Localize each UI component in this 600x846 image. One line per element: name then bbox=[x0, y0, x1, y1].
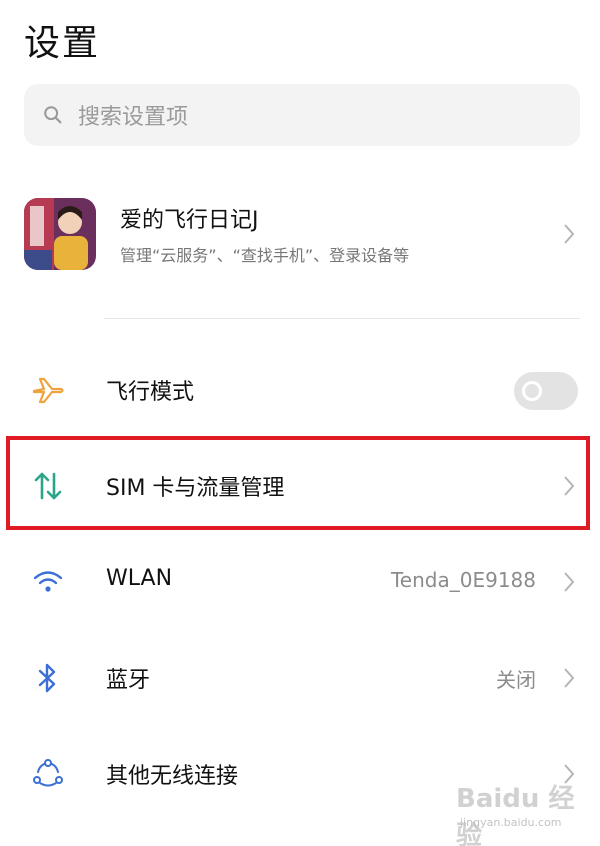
watermark-brand: Baidu 经验 bbox=[456, 784, 575, 846]
connections-icon bbox=[33, 759, 63, 787]
search-icon bbox=[44, 106, 62, 124]
baidu-watermark: Baidu 经验 jingyan.baidu.com bbox=[456, 778, 586, 846]
airplane-icon bbox=[32, 377, 64, 404]
bluetooth-icon bbox=[38, 663, 56, 693]
row-label: 其他无线连接 bbox=[106, 764, 239, 789]
row-sim-data[interactable]: SIM 卡与流量管理 bbox=[0, 446, 600, 526]
row-label: 蓝牙 bbox=[106, 668, 151, 693]
row-airplane-mode[interactable]: 飞行模式 bbox=[0, 350, 600, 430]
account-row[interactable]: 爱的飞行日记J 管理“云服务”、“查找手机”、登录设备等 bbox=[24, 196, 584, 274]
wifi-icon bbox=[33, 571, 63, 592]
bluetooth-status-value: 关闭 bbox=[496, 668, 536, 692]
account-subtitle: 管理“云服务”、“查找手机”、登录设备等 bbox=[120, 246, 410, 265]
page-title: 设置 bbox=[24, 23, 101, 64]
divider bbox=[104, 318, 580, 319]
wlan-network-value: Tenda_0E9188 bbox=[390, 568, 536, 592]
data-transfer-icon bbox=[34, 472, 62, 500]
row-label: WLAN bbox=[106, 566, 173, 591]
chevron-right-icon bbox=[564, 224, 575, 244]
row-label: 飞行模式 bbox=[106, 380, 195, 405]
search-placeholder: 搜索设置项 bbox=[78, 105, 189, 130]
row-label: SIM 卡与流量管理 bbox=[106, 476, 285, 501]
chevron-right-icon bbox=[564, 572, 575, 592]
watermark-url: jingyan.baidu.com bbox=[460, 816, 562, 829]
search-bar[interactable]: 搜索设置项 bbox=[24, 84, 580, 146]
chevron-right-icon bbox=[564, 668, 575, 688]
chevron-right-icon bbox=[564, 476, 575, 496]
avatar bbox=[24, 198, 96, 270]
row-wlan[interactable]: WLAN Tenda_0E9188 bbox=[0, 542, 600, 622]
account-name: 爱的飞行日记J bbox=[120, 208, 259, 233]
row-bluetooth[interactable]: 蓝牙 关闭 bbox=[0, 638, 600, 718]
airplane-toggle[interactable] bbox=[514, 372, 578, 410]
